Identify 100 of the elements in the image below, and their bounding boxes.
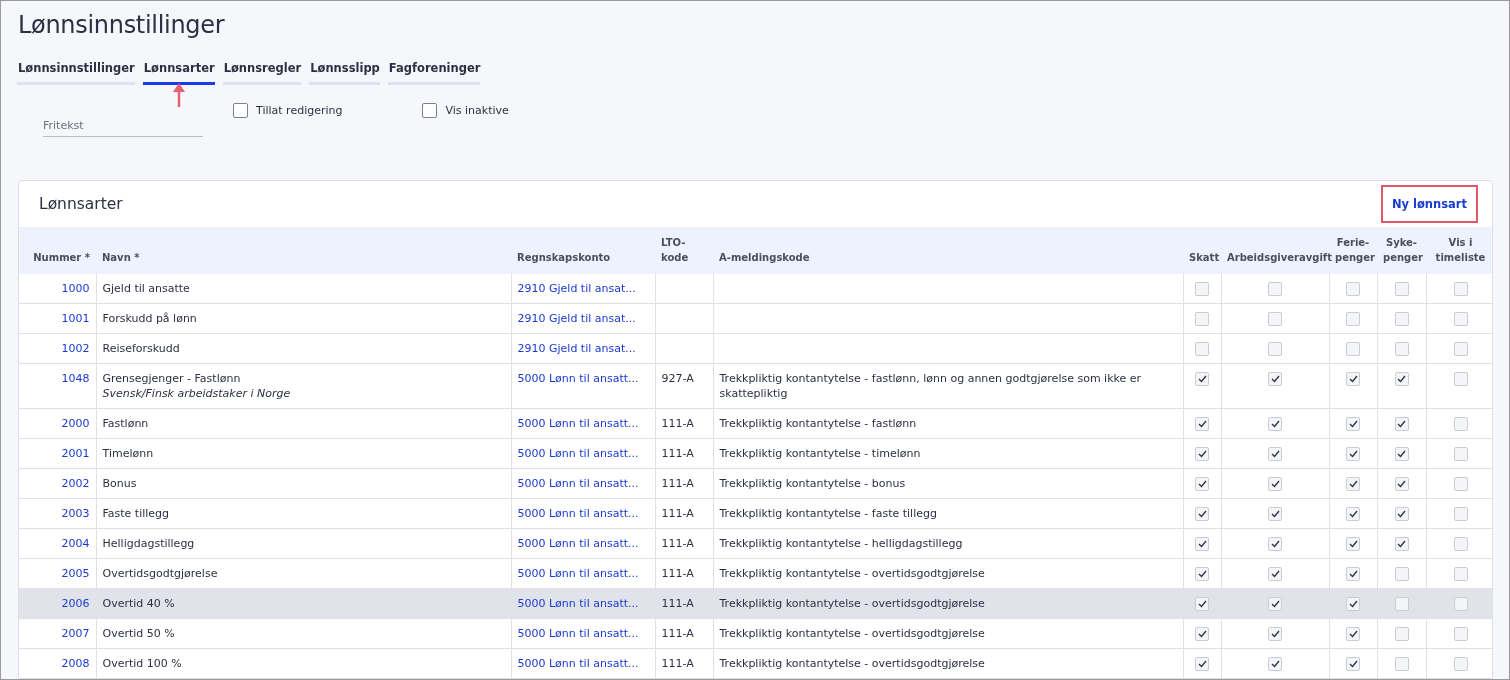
search-field[interactable]: Fritekst <box>43 103 203 137</box>
checkbox[interactable] <box>422 103 438 118</box>
tab[interactable]: Lønnsinnstillinger <box>17 61 135 85</box>
checkbox[interactable] <box>1346 312 1360 326</box>
checkbox[interactable] <box>1346 342 1360 356</box>
table-row[interactable]: 1000 Gjeld til ansatte 2910 Gjeld til ansat... <box>19 274 1492 304</box>
checkbox[interactable] <box>1195 507 1209 521</box>
checkbox[interactable] <box>1195 567 1209 581</box>
checkbox[interactable] <box>1195 537 1209 551</box>
checkbox[interactable] <box>1453 447 1468 461</box>
table-row[interactable]: 2004 Helligdagstillegg 5000 Lønn til ansatt... 111-A Trekkpliktig kontantytelse - helligdagstillegg <box>19 528 1492 559</box>
checkbox[interactable] <box>1453 312 1468 326</box>
checkbox[interactable] <box>1346 537 1360 551</box>
checkbox[interactable] <box>1195 372 1209 386</box>
checkbox[interactable] <box>1195 477 1209 491</box>
checkbox[interactable] <box>1195 342 1209 356</box>
number-link[interactable]: 1001 <box>61 312 90 325</box>
table-row[interactable]: 2005 Overtidsgodtgjørelse 5000 Lønn til ansatt... 111-A Trekkpliktig kontantytelse - overtidsgodtgjørelse <box>19 558 1492 589</box>
checkbox[interactable] <box>1394 342 1409 356</box>
table-row[interactable]: 2002 Bonus 5000 Lønn til ansatt... 111-A Trekkpliktig kontantytelse - bonus <box>19 468 1492 499</box>
table-row[interactable]: 2006 Overtid 40 % 5000 Lønn til ansatt... 111-A Trekkpliktig kontantytelse - overtidsgodtgjørelse <box>19 588 1492 619</box>
table-row[interactable]: 2000 Fastlønn 5000 Lønn til ansatt... 111-A Trekkpliktig kontantytelse - fastlønn <box>19 408 1492 439</box>
new-button[interactable]: Ny lønnsart <box>1380 185 1478 223</box>
checkbox[interactable] <box>1268 597 1282 611</box>
checkbox[interactable] <box>1195 282 1209 296</box>
checkbox[interactable] <box>233 103 248 118</box>
checkbox[interactable] <box>1195 657 1209 671</box>
checkbox[interactable] <box>1346 597 1360 611</box>
checkbox[interactable] <box>1346 282 1360 296</box>
checkbox[interactable] <box>1453 627 1468 641</box>
checkbox[interactable] <box>1268 627 1282 641</box>
checkbox[interactable] <box>1394 537 1409 551</box>
checkbox[interactable] <box>1394 567 1409 581</box>
checkbox[interactable] <box>1346 567 1360 581</box>
checkbox[interactable] <box>1394 312 1409 326</box>
number-link[interactable]: 1000 <box>61 282 90 295</box>
checkbox[interactable] <box>1394 447 1409 461</box>
number-link[interactable]: 1048 <box>61 372 90 385</box>
checkbox[interactable] <box>1394 507 1409 521</box>
checkbox[interactable] <box>1394 372 1409 386</box>
checkbox[interactable] <box>1453 282 1468 296</box>
number-link[interactable]: 2006 <box>61 597 90 610</box>
table-row[interactable]: 2001 Timelønn 5000 Lønn til ansatt... 111-A Trekkpliktig kontantytelse - timelønn <box>19 438 1492 469</box>
checkbox[interactable] <box>1195 597 1209 611</box>
table-row[interactable]: 2003 Faste tillegg 5000 Lønn til ansatt... 111-A Trekkpliktig kontantytelse - faste tillegg <box>19 498 1492 529</box>
number-link[interactable]: 1002 <box>61 342 90 355</box>
checkbox[interactable] <box>1453 567 1468 581</box>
checkbox[interactable] <box>1346 447 1360 461</box>
checkbox[interactable] <box>1268 372 1282 386</box>
tab[interactable]: Lønnsregler <box>222 61 302 85</box>
checkbox[interactable] <box>1453 597 1468 611</box>
checkbox[interactable] <box>1453 342 1468 356</box>
checkbox[interactable] <box>1346 627 1360 641</box>
checkbox[interactable] <box>1268 507 1282 521</box>
tab[interactable]: Lønnsarter <box>142 61 215 85</box>
checkbox[interactable] <box>1394 282 1409 296</box>
checkbox[interactable] <box>1268 417 1282 431</box>
checkbox[interactable] <box>1346 417 1360 431</box>
checkbox[interactable] <box>1346 477 1360 491</box>
checkbox[interactable] <box>1394 477 1409 491</box>
checkbox[interactable] <box>1346 372 1360 386</box>
checkbox[interactable] <box>1268 282 1282 296</box>
checkbox[interactable] <box>1453 372 1468 386</box>
checkbox[interactable] <box>1195 627 1209 641</box>
checkbox[interactable] <box>1195 417 1209 431</box>
checkbox[interactable] <box>1394 597 1409 611</box>
checkbox[interactable] <box>1268 447 1282 461</box>
checkbox[interactable] <box>1394 627 1409 641</box>
table-row[interactable]: 1048 Grensegjenger - Fastlønn Svensk/Finsk arbeidstaker i Norge 5000 Lønn til ansatt... 927-A Trekkpliktig kontantytelse - fastlønn, lønn og annen godtgjørelse som ikke er skattepliktig <box>19 363 1492 409</box>
table-row[interactable]: 1001 Forskudd på lønn 2910 Gjeld til ansat... <box>19 303 1492 334</box>
checkbox[interactable] <box>1394 657 1409 671</box>
checkbox[interactable] <box>1346 657 1360 671</box>
checkbox[interactable] <box>1453 477 1468 491</box>
number-link[interactable]: 2004 <box>61 537 90 550</box>
checkbox[interactable] <box>1346 507 1360 521</box>
tab[interactable]: Lønnsslipp <box>309 61 380 85</box>
number-link[interactable]: 2008 <box>61 657 90 670</box>
checkbox[interactable] <box>1268 537 1282 551</box>
checkbox[interactable] <box>1195 447 1209 461</box>
checkbox[interactable] <box>1268 567 1282 581</box>
number-link[interactable]: 2003 <box>61 507 90 520</box>
number-link[interactable]: 2001 <box>61 447 90 460</box>
checkbox[interactable] <box>1195 312 1209 326</box>
table-row[interactable]: 2007 Overtid 50 % 5000 Lønn til ansatt... 111-A Trekkpliktig kontantytelse - overtidsgodtgjørelse <box>19 618 1492 649</box>
checkbox[interactable] <box>1268 312 1282 326</box>
checkbox[interactable] <box>1268 657 1282 671</box>
checkbox[interactable] <box>1453 507 1468 521</box>
checkbox[interactable] <box>1268 342 1282 356</box>
table-row[interactable]: 1002 Reiseforskudd 2910 Gjeld til ansat... <box>19 333 1492 364</box>
checkbox[interactable] <box>1453 417 1468 431</box>
number-link[interactable]: 2005 <box>61 567 90 580</box>
table-row[interactable]: 2008 Overtid 100 % 5000 Lønn til ansatt... 111-A Trekkpliktig kontantytelse - overtidsgodtgjørelse <box>19 648 1492 678</box>
checkbox[interactable] <box>1268 477 1282 491</box>
number-link[interactable]: 2007 <box>61 627 90 640</box>
number-link[interactable]: 2000 <box>61 417 90 430</box>
tab[interactable]: Fagforeninger <box>387 61 481 85</box>
checkbox[interactable] <box>1453 537 1468 551</box>
checkbox[interactable] <box>1394 417 1409 431</box>
number-link[interactable]: 2002 <box>61 477 90 490</box>
checkbox[interactable] <box>1453 657 1468 671</box>
